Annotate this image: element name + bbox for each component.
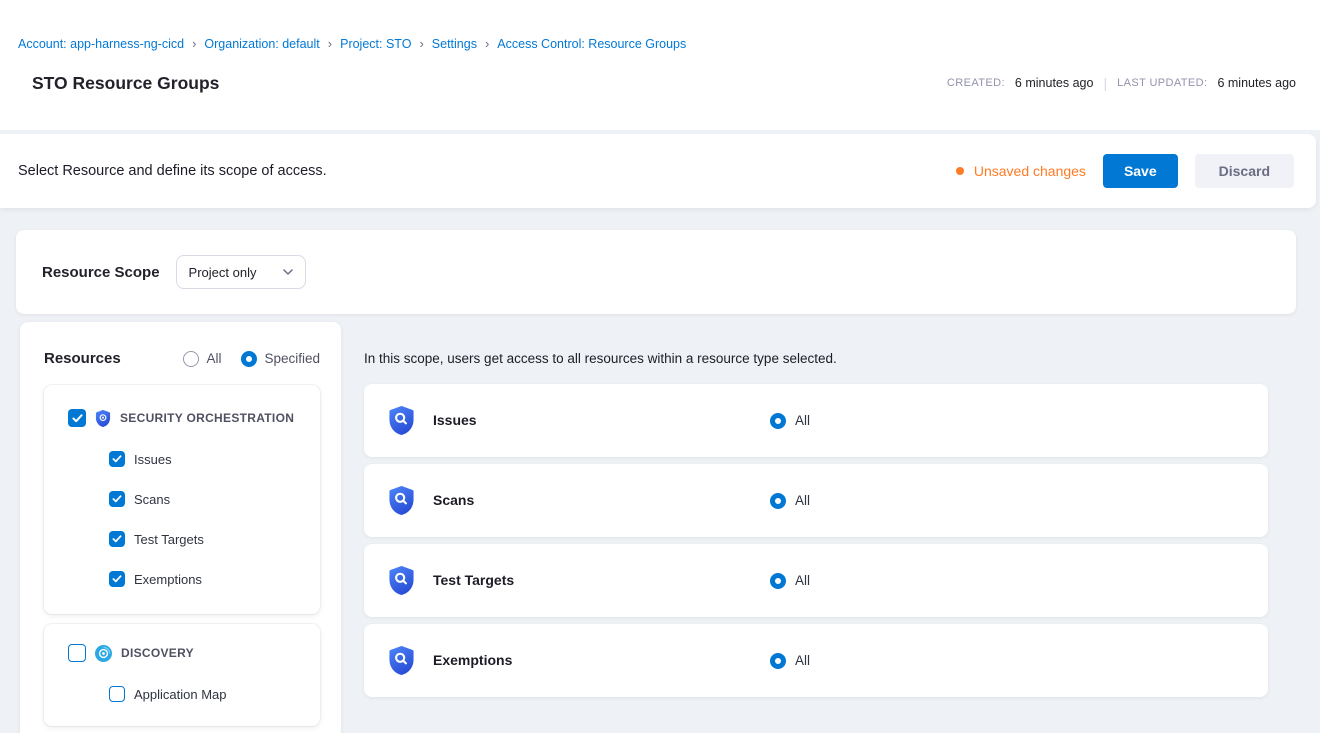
unsaved-changes-label: Unsaved changes — [974, 163, 1086, 179]
radio-selected-icon[interactable] — [770, 413, 786, 429]
security-orchestration-shield-icon — [95, 410, 111, 427]
checkbox-checked[interactable] — [109, 531, 125, 547]
resource-row-label: Exemptions — [433, 652, 512, 668]
checkbox-unchecked[interactable] — [109, 686, 125, 702]
breadcrumb-separator: › — [328, 36, 332, 51]
discovery-icon — [95, 645, 112, 662]
resource-checkbox-label[interactable]: Exemptions — [134, 572, 202, 587]
breadcrumb-separator: › — [419, 36, 423, 51]
resource-checkbox-label[interactable]: Test Targets — [134, 532, 204, 547]
sto-shield-icon — [388, 566, 415, 595]
checkbox-checked[interactable] — [68, 409, 86, 427]
resource-access-row-test-targets: Test Targets All — [364, 544, 1268, 617]
resource-row-label: Scans — [433, 492, 474, 508]
radio-selected-icon[interactable] — [770, 493, 786, 509]
resource-checkbox-row-exemptions[interactable]: Exemptions — [109, 571, 304, 587]
resource-row-label: Test Targets — [433, 572, 514, 588]
resource-checkbox-label[interactable]: Scans — [134, 492, 170, 507]
scope-detail-column: In this scope, users get access to all r… — [364, 322, 1268, 697]
breadcrumb-separator: › — [485, 36, 489, 51]
resource-scope-select[interactable]: Project only — [176, 255, 306, 289]
checkbox-checked[interactable] — [109, 451, 125, 467]
access-all-label: All — [795, 493, 810, 508]
scope-description: In this scope, users get access to all r… — [364, 351, 1268, 366]
toolbar-description: Select Resource and define its scope of … — [18, 163, 327, 179]
access-all-label: All — [795, 573, 810, 588]
breadcrumb-settings-link[interactable]: Settings — [432, 37, 477, 51]
radio-selected-icon[interactable] — [770, 573, 786, 589]
access-all-label: All — [795, 413, 810, 428]
sto-shield-icon — [388, 406, 415, 435]
resource-scope-selected-value: Project only — [189, 265, 257, 280]
unsaved-dot-icon — [956, 167, 964, 175]
last-updated-label: LAST UPDATED: — [1117, 77, 1207, 89]
resource-checkbox-row-scans[interactable]: Scans — [109, 491, 304, 507]
mode-option-specified[interactable]: Specified — [241, 351, 320, 367]
resources-mode-radio-group: All Specified — [183, 351, 320, 367]
access-all-label: All — [795, 653, 810, 668]
resource-scope-card: Resource Scope Project only — [16, 230, 1296, 314]
breadcrumb-resource-groups-link[interactable]: Access Control: Resource Groups — [497, 37, 686, 51]
resources-panel: Resources All Specified — [20, 322, 341, 733]
action-toolbar: Select Resource and define its scope of … — [0, 134, 1316, 208]
resource-access-row-exemptions: Exemptions All — [364, 624, 1268, 697]
access-radio-all[interactable]: All — [770, 413, 810, 429]
timestamps-meta: CREATED: 6 minutes ago | LAST UPDATED: 6… — [947, 75, 1296, 91]
created-label: CREATED: — [947, 77, 1005, 89]
resource-access-row-scans: Scans All — [364, 464, 1268, 537]
mode-option-all[interactable]: All — [183, 351, 221, 367]
chevron-down-icon — [283, 269, 293, 275]
page-header: Account: app-harness-ng-cicd › Organizat… — [0, 0, 1320, 130]
unsaved-changes-status: Unsaved changes — [956, 163, 1086, 179]
sto-shield-icon — [388, 486, 415, 515]
radio-selected-icon[interactable] — [770, 653, 786, 669]
radio-selected-icon[interactable] — [241, 351, 257, 367]
resource-checkbox-row-test-targets[interactable]: Test Targets — [109, 531, 304, 547]
radio-unselected-icon[interactable] — [183, 351, 199, 367]
resources-title: Resources — [44, 350, 121, 367]
created-value: 6 minutes ago — [1015, 76, 1094, 90]
mode-option-specified-label: Specified — [264, 351, 320, 366]
meta-divider: | — [1103, 75, 1107, 91]
resource-checkbox-row-application-map[interactable]: Application Map — [109, 686, 304, 702]
resource-checkbox-label[interactable]: Issues — [134, 452, 172, 467]
breadcrumb: Account: app-harness-ng-cicd › Organizat… — [18, 36, 1296, 51]
sto-shield-icon — [388, 646, 415, 675]
breadcrumb-organization-link[interactable]: Organization: default — [204, 37, 319, 51]
breadcrumb-project-link[interactable]: Project: STO — [340, 37, 411, 51]
resource-scope-label: Resource Scope — [42, 264, 160, 281]
discovery-label[interactable]: DISCOVERY — [121, 646, 194, 660]
discovery-group-card: DISCOVERY Application Map — [44, 624, 320, 726]
resource-row-label: Issues — [433, 412, 477, 428]
page-title: STO Resource Groups — [32, 73, 219, 94]
discovery-row[interactable]: DISCOVERY — [68, 644, 304, 662]
resource-access-row-issues: Issues All — [364, 384, 1268, 457]
resource-checkbox-row-issues[interactable]: Issues — [109, 451, 304, 467]
last-updated-value: 6 minutes ago — [1217, 76, 1296, 90]
checkbox-unchecked[interactable] — [68, 644, 86, 662]
breadcrumb-account-link[interactable]: Account: app-harness-ng-cicd — [18, 37, 184, 51]
mode-option-all-label: All — [206, 351, 221, 366]
discard-button[interactable]: Discard — [1195, 154, 1294, 188]
breadcrumb-separator: › — [192, 36, 196, 51]
access-radio-all[interactable]: All — [770, 573, 810, 589]
checkbox-checked[interactable] — [109, 491, 125, 507]
access-radio-all[interactable]: All — [770, 493, 810, 509]
security-orchestration-label[interactable]: SECURITY ORCHESTRATION — [120, 411, 294, 425]
save-button[interactable]: Save — [1103, 154, 1178, 188]
resource-checkbox-label[interactable]: Application Map — [134, 687, 227, 702]
security-orchestration-row[interactable]: SECURITY ORCHESTRATION — [68, 409, 304, 427]
checkbox-checked[interactable] — [109, 571, 125, 587]
security-orchestration-group-card: SECURITY ORCHESTRATION Issues Scans Test… — [44, 385, 320, 614]
access-radio-all[interactable]: All — [770, 653, 810, 669]
